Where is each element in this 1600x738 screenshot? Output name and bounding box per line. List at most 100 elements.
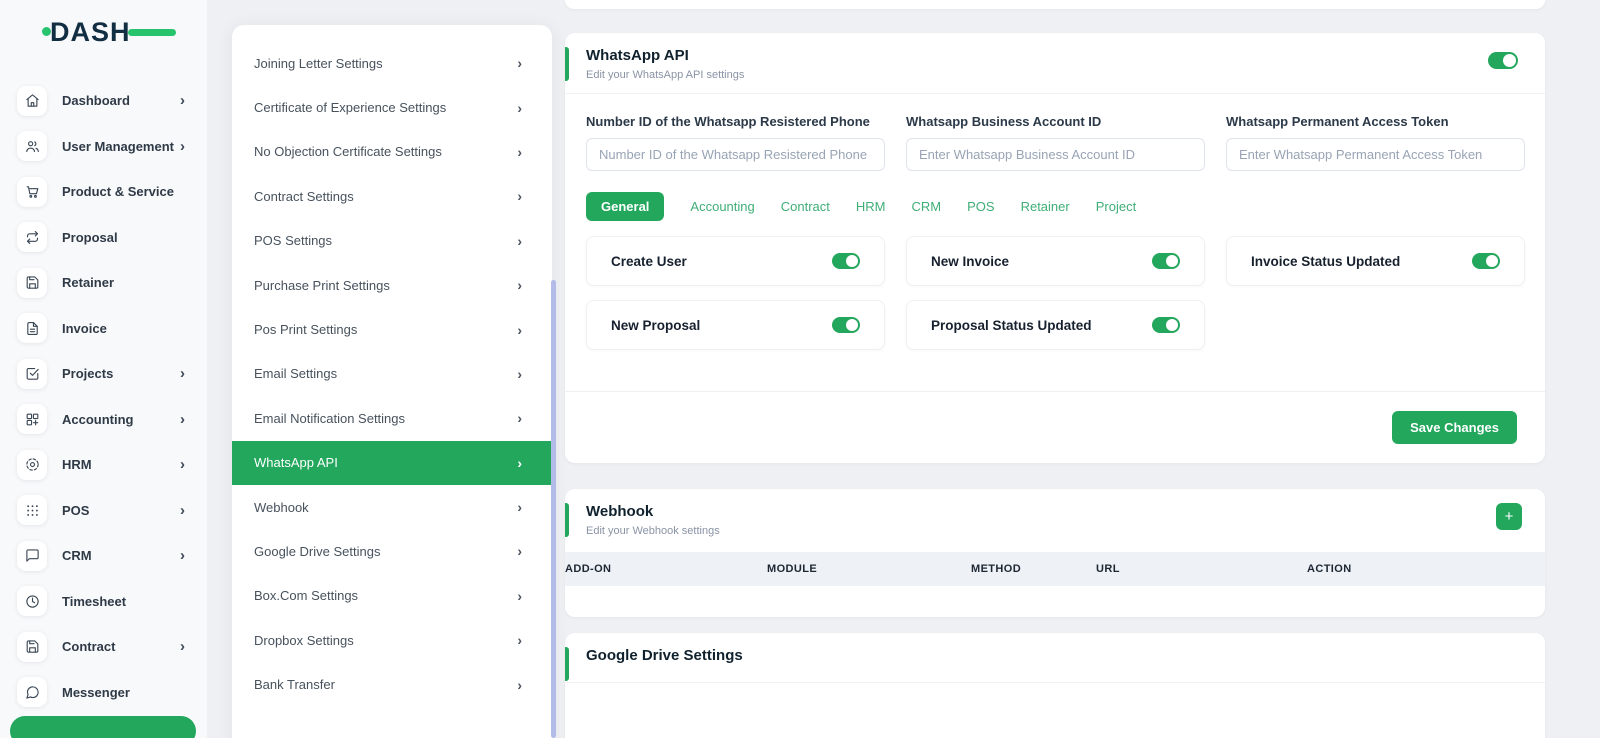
header-accent-bar (565, 503, 569, 537)
whatsapp-field-grid: Number ID of the Whatsapp Resistered Pho… (586, 108, 1525, 171)
sidebar-item[interactable]: Invoice › (0, 306, 207, 352)
sidebar-item[interactable]: Timesheet › (0, 579, 207, 625)
settings-menu-item[interactable]: Email Notification Settings › (232, 396, 552, 440)
field-input[interactable] (586, 138, 885, 171)
field-label: Number ID of the Whatsapp Resistered Pho… (586, 114, 885, 129)
settings-menu-item-label: Purchase Print Settings (254, 278, 517, 293)
settings-menu-item[interactable]: Bank Transfer › (232, 662, 552, 706)
sidebar-item[interactable]: Retainer › (0, 260, 207, 306)
chevron-right-icon: › (180, 93, 185, 108)
chevron-right-icon: › (517, 500, 522, 514)
field-input[interactable] (906, 138, 1205, 171)
notification-toggle[interactable] (832, 253, 860, 269)
sidebar-item[interactable]: Accounting › (0, 397, 207, 443)
module-tab[interactable]: General (586, 192, 664, 221)
settings-menu-item[interactable]: Contract Settings › (232, 174, 552, 218)
notification-toggle[interactable] (1472, 253, 1500, 269)
notification-toggle[interactable] (1152, 317, 1180, 333)
sidebar-item-icon (17, 177, 47, 207)
notification-toggle[interactable] (832, 317, 860, 333)
header-accent-bar (565, 647, 569, 681)
whatsapp-api-footer: Save Changes (565, 391, 1545, 463)
previous-card-bottom-edge (565, 0, 1545, 9)
sidebar-item-label: Product & Service (62, 184, 207, 199)
settings-menu-item[interactable]: Joining Letter Settings › (232, 41, 552, 85)
sidebar-item-icon (17, 541, 47, 571)
webhook-column-header: ADD-ON (565, 563, 767, 575)
settings-menu-item[interactable]: Email Settings › (232, 352, 552, 396)
module-tab[interactable]: Contract (781, 192, 830, 221)
add-webhook-button[interactable]: + (1496, 503, 1522, 530)
chevron-right-icon: › (180, 548, 185, 563)
chevron-right-icon: › (180, 503, 185, 518)
chevron-right-icon: › (180, 366, 185, 381)
notification-switch-label: New Proposal (611, 318, 700, 333)
chevron-right-icon: › (517, 278, 522, 292)
settings-menu-item[interactable]: POS Settings › (232, 219, 552, 263)
whatsapp-api-enable-toggle[interactable] (1488, 52, 1518, 69)
sidebar-item-icon (17, 86, 47, 116)
sidebar-item-icon (17, 222, 47, 252)
settings-menu-item-label: Joining Letter Settings (254, 56, 517, 71)
settings-menu-item-label: Email Notification Settings (254, 411, 517, 426)
notification-switch-label: Invoice Status Updated (1251, 254, 1400, 269)
module-tabs: General Accounting Contract HRM CRM POS Retain… (586, 192, 1525, 221)
sidebar-item-icon (17, 313, 47, 343)
chevron-right-icon: › (517, 323, 522, 337)
settings-menu-item[interactable]: Box.Com Settings › (232, 574, 552, 618)
module-tab[interactable]: Retainer (1021, 192, 1070, 221)
webhook-column-header: URL (1096, 563, 1307, 575)
module-tab[interactable]: POS (967, 192, 994, 221)
field-input[interactable] (1226, 138, 1525, 171)
sidebar-item-label: Messenger (62, 685, 207, 700)
form-field: Whatsapp Business Account ID (906, 108, 1205, 171)
sidebar-item[interactable]: Contract › (0, 624, 207, 670)
sidebar-item[interactable]: POS › (0, 488, 207, 534)
sidebar-item-icon (17, 404, 47, 434)
settings-menu-item-label: Bank Transfer (254, 677, 517, 692)
module-tab[interactable]: CRM (912, 192, 942, 221)
module-tab[interactable]: HRM (856, 192, 886, 221)
chevron-right-icon: › (517, 456, 522, 470)
sidebar-item[interactable]: Dashboard › (0, 78, 207, 124)
sidebar-item[interactable]: HRM › (0, 442, 207, 488)
module-tab[interactable]: Accounting (690, 192, 754, 221)
chevron-right-icon: › (517, 234, 522, 248)
app-logo-text: DASH (50, 17, 131, 48)
settings-menu-item[interactable]: Dropbox Settings › (232, 618, 552, 662)
sidebar-item[interactable]: Messenger › (0, 670, 207, 716)
settings-menu-item[interactable]: Pos Print Settings › (232, 307, 552, 351)
logo-bar-accent (128, 29, 176, 36)
sidebar-bottom-pill[interactable] (10, 716, 196, 738)
settings-panel-scrollbar[interactable] (551, 280, 556, 738)
chevron-right-icon: › (517, 56, 522, 70)
settings-menu-item[interactable]: WhatsApp API › (232, 441, 552, 485)
sidebar-item[interactable]: Product & Service › (0, 169, 207, 215)
sidebar-item[interactable]: Projects › (0, 351, 207, 397)
settings-menu-item[interactable]: Webhook › (232, 485, 552, 529)
settings-menu-item[interactable]: No Objection Certificate Settings › (232, 130, 552, 174)
settings-menu-item[interactable]: Purchase Print Settings › (232, 263, 552, 307)
save-changes-button[interactable]: Save Changes (1392, 411, 1517, 444)
notification-toggle[interactable] (1152, 253, 1180, 269)
settings-menu-item[interactable]: Certificate of Experience Settings › (232, 85, 552, 129)
module-tab[interactable]: Project (1096, 192, 1136, 221)
sidebar-item[interactable]: User Management › (0, 124, 207, 170)
app-logo[interactable]: DASH (50, 14, 160, 50)
chevron-right-icon: › (180, 457, 185, 472)
chevron-right-icon: › (180, 139, 185, 154)
sidebar-item-label: Retainer (62, 275, 207, 290)
sidebar-item-icon (17, 359, 47, 389)
sidebar-item-label: Accounting (62, 412, 180, 427)
whatsapp-api-header: WhatsApp API Edit your WhatsApp API sett… (565, 33, 1545, 93)
chevron-right-icon: › (517, 367, 522, 381)
settings-menu-item[interactable]: Google Drive Settings › (232, 529, 552, 573)
notification-switch-card: Create User (586, 236, 885, 286)
notification-switch-grid: Create User New Invoice Invoice Status U… (586, 236, 1525, 350)
sidebar-item[interactable]: Proposal › (0, 215, 207, 261)
chevron-right-icon: › (517, 633, 522, 647)
sidebar-item[interactable]: CRM › (0, 533, 207, 579)
whatsapp-api-card: WhatsApp API Edit your WhatsApp API sett… (565, 33, 1545, 463)
form-field: Whatsapp Permanent Access Token (1226, 108, 1525, 171)
sidebar-item-label: CRM (62, 548, 180, 563)
